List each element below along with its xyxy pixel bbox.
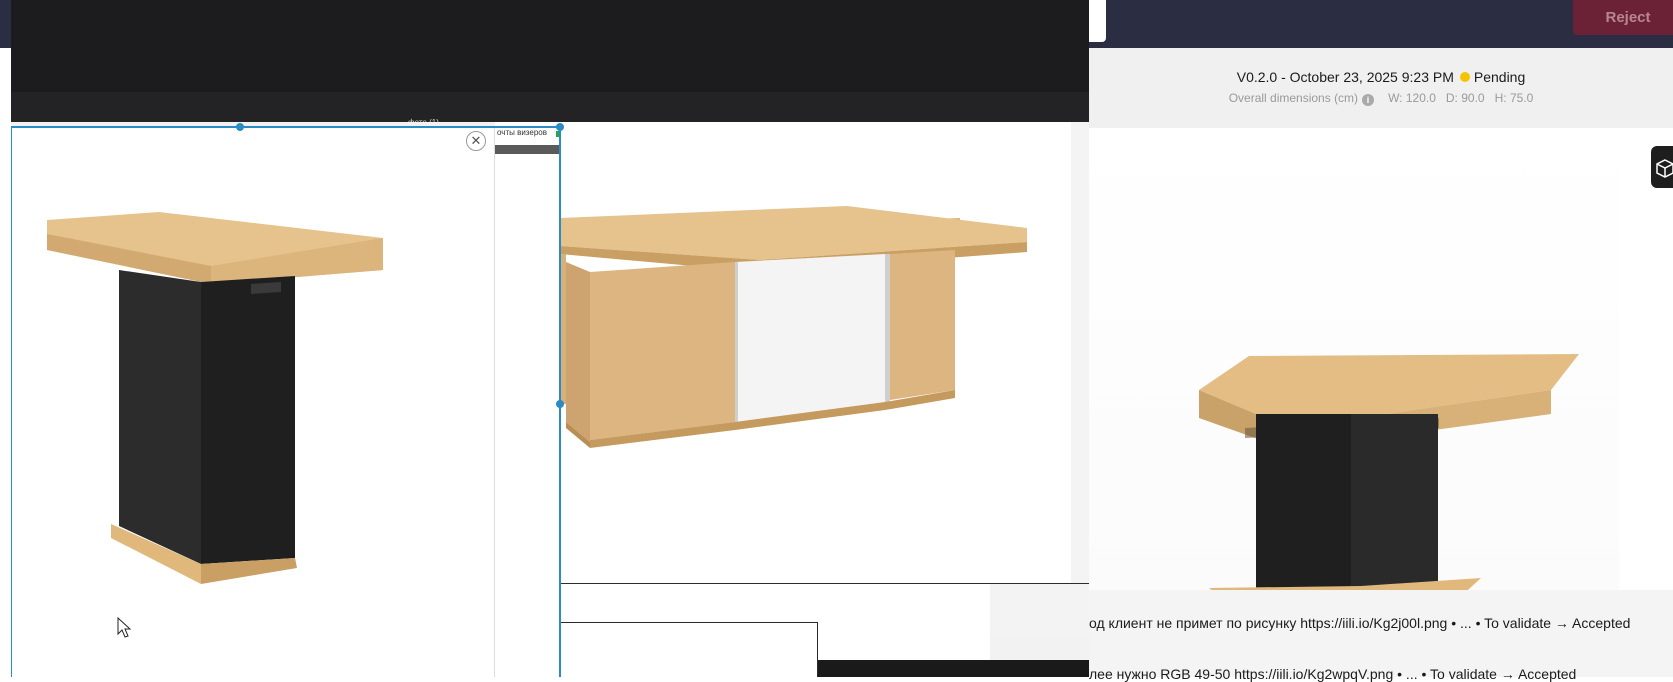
dimension-depth: D: 90.0 [1445,91,1485,105]
background-dark-bar [818,660,1089,677]
mouse-cursor-icon [117,617,131,638]
cube-icon [1656,159,1673,178]
image-viewer-backdrop [11,0,1089,92]
version-line: V0.2.0 - October 23, 2025 9:23 PM Pending [1089,69,1673,85]
pedestal-table-render [47,212,383,584]
background-card [560,622,818,677]
desk-render [560,206,1027,448]
dining-table-render [1199,354,1579,590]
dimensions-label: Overall dimensions (cm) [1228,91,1359,105]
resize-handle-top-right[interactable] [556,123,564,131]
selection-frame-top [11,126,560,128]
selection-frame-left [11,126,12,677]
reject-button[interactable]: Reject [1573,0,1673,35]
dimension-width: W: 120.0 [1388,91,1436,105]
image-viewer-toolbar [11,92,1089,122]
version-header [1089,48,1673,128]
background-panel-side [990,584,1089,637]
dimensions-line: Overall dimensions (cm) i W: 120.0 D: 90.0… [1089,91,1673,106]
close-icon: ✕ [470,133,482,149]
center-image-edge [1071,122,1089,584]
status-dot-icon [1459,72,1470,82]
comment-item[interactable]: лее нужно RGB 49-50 https://iili.io/Kg2w… [1089,666,1576,682]
close-button[interactable]: ✕ [466,131,486,151]
background-window-strip [495,122,560,677]
panel-divider [494,126,495,677]
resize-handle-top[interactable] [236,123,244,131]
view-3d-button[interactable] [1651,146,1673,188]
version-label: V0.2.0 - October 23, 2025 9:23 PM [1236,69,1454,85]
comments-panel [1089,590,1673,677]
comment-item[interactable]: од клиент не примет по рисунку https://i… [1089,615,1630,631]
background-topbar-edge [0,0,11,48]
info-icon[interactable]: i [1362,94,1375,106]
background-sidebar-edge [0,48,11,677]
background-tab-bar [495,145,560,154]
status-badge: Pending [1473,69,1526,85]
dimension-height: H: 75.0 [1494,91,1534,105]
resize-handle-right[interactable] [556,400,564,408]
